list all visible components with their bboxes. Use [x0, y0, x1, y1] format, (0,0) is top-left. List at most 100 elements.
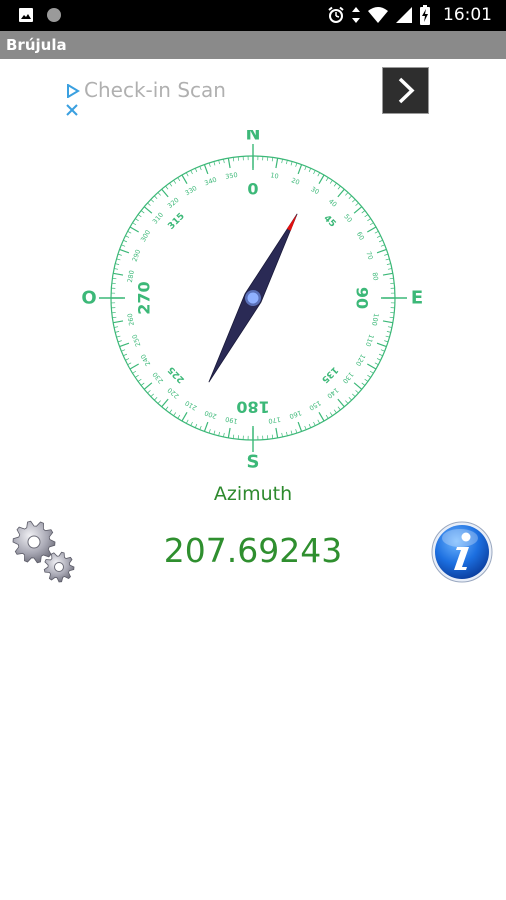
dial-tick — [333, 182, 337, 187]
dial-tick — [382, 320, 393, 324]
dial-tick — [157, 400, 161, 404]
dial-tick — [275, 158, 279, 169]
dial-tick — [376, 248, 387, 254]
dial-fine-label: 10 — [270, 171, 280, 180]
dial-tick — [177, 177, 181, 182]
dial-tick — [132, 370, 137, 374]
dial-tick — [313, 170, 316, 175]
dial-fine-label: 40 — [327, 197, 338, 208]
needle-tip — [286, 213, 298, 231]
dial-tick — [281, 432, 283, 437]
dial-tick — [317, 419, 320, 424]
dial-tick — [281, 159, 283, 164]
dial-tick — [223, 432, 225, 437]
dial-tick — [132, 222, 137, 226]
dial-tick — [135, 218, 139, 222]
dial-tick — [213, 161, 216, 166]
dial-tick — [385, 335, 390, 338]
status-bar: 16:01 — [0, 0, 506, 31]
dial-tick — [333, 409, 337, 414]
dial-tick — [117, 253, 122, 256]
dial-fine-label: 210 — [184, 399, 199, 412]
dial-tick — [286, 160, 288, 165]
dial-tick — [165, 185, 169, 190]
dial-fine-label: 240 — [139, 353, 152, 368]
dial-tick — [295, 429, 298, 434]
dial-tick — [115, 331, 120, 333]
dial-tick — [337, 188, 345, 198]
dial-fine-label: 160 — [288, 409, 302, 421]
dial-major-label: 0 — [247, 180, 258, 199]
dial-tick — [361, 382, 366, 386]
dial-fine-label: 100 — [370, 313, 380, 327]
dial-tick — [218, 431, 220, 436]
dial-tick — [223, 159, 225, 164]
dial-tick — [355, 390, 359, 394]
dial-fine-label: 20 — [290, 176, 301, 186]
dial-tick — [203, 421, 209, 432]
dial-tick — [227, 158, 231, 169]
dial-tick — [190, 170, 193, 175]
dial-tick — [137, 214, 142, 218]
dial-tick — [135, 374, 139, 378]
dial-tick — [125, 358, 130, 361]
dial-tick — [364, 214, 369, 218]
dial-tick — [203, 164, 209, 175]
dial-tick — [295, 162, 298, 167]
dial-tick — [150, 393, 154, 397]
dial-fine-label: 200 — [203, 409, 217, 421]
settings-button[interactable] — [10, 517, 80, 587]
dial-tick — [367, 374, 371, 378]
dial-tick — [119, 342, 130, 348]
image-icon — [19, 8, 33, 22]
dial-tick — [123, 239, 128, 243]
dial-tick — [232, 157, 235, 162]
dial-tick — [208, 429, 211, 434]
dial-tick — [117, 340, 122, 343]
dial-tick — [129, 226, 139, 233]
dial-tick — [140, 210, 145, 214]
circle-dot-icon — [47, 8, 61, 22]
dial-tick — [369, 222, 374, 226]
dial-tick — [147, 202, 151, 206]
info-button[interactable] — [430, 520, 494, 584]
dial-tick — [325, 414, 329, 419]
dial-tick — [114, 326, 119, 328]
dial-tick — [325, 177, 329, 182]
dial-minor-label: 135 — [319, 364, 339, 384]
dial-tick — [297, 421, 303, 432]
dial-tick — [121, 244, 126, 247]
dial-tick — [297, 164, 303, 175]
ad-choices-play-icon[interactable] — [66, 84, 80, 98]
dial-tick — [361, 210, 366, 214]
dial-tick — [369, 370, 374, 374]
dial-tick — [137, 378, 142, 382]
cardinal-north: N — [245, 130, 260, 145]
dial-tick — [352, 393, 356, 397]
dial-major-label: 270 — [135, 281, 154, 314]
dial-tick — [378, 239, 383, 243]
ad-text[interactable]: Check-in Scan — [84, 78, 226, 102]
dial-tick — [374, 362, 379, 365]
dial-tick — [123, 353, 128, 357]
dial-tick — [318, 412, 325, 422]
dial-tick — [119, 248, 130, 254]
dial-fine-label: 30 — [309, 185, 320, 196]
dial-tick — [384, 340, 389, 343]
dial-tick — [194, 423, 198, 428]
dial-major-label: 180 — [236, 398, 269, 417]
dial-fine-label: 120 — [354, 353, 367, 368]
battery-icon — [420, 5, 430, 25]
dial-tick — [186, 172, 189, 177]
dial-tick — [318, 174, 325, 184]
dial-tick — [348, 195, 352, 199]
dial-fine-label: 320 — [166, 196, 181, 210]
dial-tick — [317, 172, 320, 177]
dial-tick — [329, 412, 333, 416]
dial-fine-label: 250 — [131, 333, 143, 347]
ad-close-icon[interactable] — [66, 104, 78, 116]
ad-arrow-button[interactable] — [382, 67, 429, 114]
dial-fine-label: 130 — [341, 370, 355, 385]
dial-tick — [173, 412, 177, 416]
dial-tick — [157, 192, 161, 196]
